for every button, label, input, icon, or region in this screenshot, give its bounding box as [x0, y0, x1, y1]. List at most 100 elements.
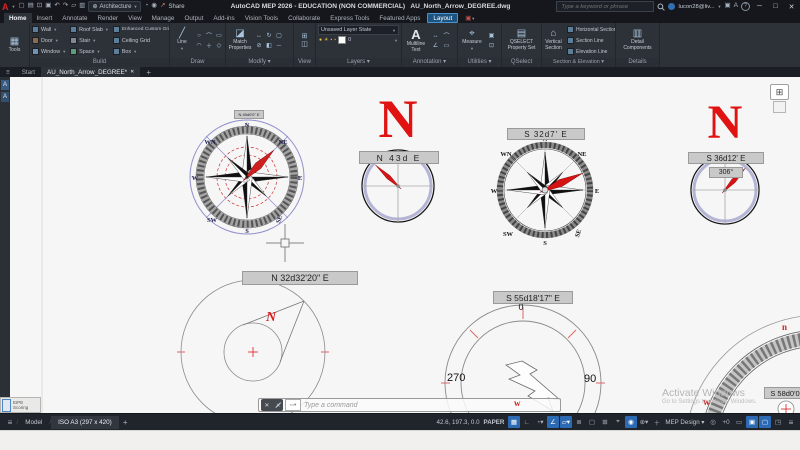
roof-slab-tool[interactable]: Roof Slab ▼: [70, 26, 109, 33]
annotation-tool-grid[interactable]: ↔ ⌒ ∠ ▭: [430, 23, 452, 58]
eye-icon[interactable]: ◉: [151, 3, 157, 10]
modify-tool-grid[interactable]: ↔ ↻ ▢ ⊘ ◧ ─: [254, 23, 284, 58]
autocad-logo-icon[interactable]: A: [2, 2, 9, 12]
ribbon-tab-output[interactable]: Output: [179, 13, 208, 23]
measure-button[interactable]: ⌖ Measure ▼: [458, 23, 486, 58]
clean-screen-toggle[interactable]: ◳: [772, 416, 784, 428]
layer-plot-icon[interactable]: ▪: [334, 37, 336, 43]
ribbon-tab-home[interactable]: Home: [4, 13, 32, 23]
view-panel-label[interactable]: View: [294, 58, 315, 67]
ribbon-tab-featured-apps[interactable]: Featured Apps: [374, 13, 425, 23]
new-layout-button[interactable]: +: [119, 416, 131, 428]
compass-rose-1[interactable]: N NE E SE S SW W WN: [189, 119, 305, 235]
folder-icon[interactable]: ▱: [71, 3, 76, 10]
command-customize-icon[interactable]: ╂: [274, 401, 282, 409]
detail-components-button[interactable]: ▥ Detail Components: [616, 23, 659, 58]
build-panel-label[interactable]: Build: [30, 58, 169, 67]
ribbon-tab-express-tools[interactable]: Express Tools: [325, 13, 374, 23]
layers-panel-label[interactable]: Layers ▾: [316, 58, 401, 67]
transparency-toggle[interactable]: ▢: [586, 416, 598, 428]
ribbon-tab-addins[interactable]: Add-ins: [208, 13, 239, 23]
help-search-box[interactable]: [556, 1, 655, 12]
snap-toggle[interactable]: ∟: [521, 416, 533, 428]
object-isolate-toggle[interactable]: ▣: [746, 416, 758, 428]
autodesk-icon[interactable]: A: [734, 3, 738, 10]
layer-sun-icon[interactable]: ☀: [324, 37, 328, 43]
minimize-button[interactable]: ─: [753, 3, 766, 10]
elevation-line-tool[interactable]: Elevation Line: [567, 48, 613, 55]
grid-toggle[interactable]: ▦: [507, 416, 520, 428]
polar-tracking-toggle[interactable]: ◔▾: [534, 416, 546, 428]
degree-gauge[interactable]: [441, 304, 605, 413]
wall-tool[interactable]: Wall ▼: [32, 26, 66, 33]
viewport-grid-icon[interactable]: ⊞: [770, 84, 789, 100]
layer-lock-icon[interactable]: ▪: [331, 37, 333, 43]
layout-menu-icon[interactable]: ≡: [4, 416, 16, 428]
user-avatar[interactable]: [668, 3, 676, 10]
new-file-icon[interactable]: ▢: [18, 3, 24, 10]
window-tool[interactable]: Window ▼: [32, 48, 66, 55]
units-indicator[interactable]: +0: [720, 416, 732, 428]
workspace-status-dropdown[interactable]: MEP Design ▾: [665, 419, 704, 426]
quick-properties-toggle[interactable]: ▭: [733, 416, 745, 428]
palette-icon-a2[interactable]: A: [1, 92, 9, 102]
logo-menu-caret-icon[interactable]: ▼: [12, 4, 16, 9]
tool-palette-strip[interactable]: A A: [0, 77, 10, 413]
north-arrow-construction[interactable]: [177, 276, 329, 413]
utilities-tool-grid[interactable]: ▣ ⊡: [486, 23, 497, 58]
close-tab-icon[interactable]: ✕: [130, 69, 134, 75]
share-button[interactable]: Share: [169, 4, 185, 10]
box-tool[interactable]: Box ▼: [112, 48, 169, 55]
graphics-performance-toggle[interactable]: ▢: [759, 416, 771, 428]
close-button[interactable]: ✕: [785, 3, 798, 11]
ribbon-tab-vision-tools[interactable]: Vision Tools: [240, 13, 283, 23]
annotation-scale-add[interactable]: ＋: [651, 416, 663, 428]
plot-icon[interactable]: ▣: [45, 3, 51, 10]
palette-icon-a1[interactable]: A: [1, 80, 9, 90]
door-tool[interactable]: Door ▼: [32, 37, 66, 44]
multiline-text-button[interactable]: A Multiline Text: [402, 23, 430, 58]
horizontal-section-tool[interactable]: Horizontal Section: [567, 26, 615, 33]
space-tool[interactable]: Space ▼: [70, 48, 109, 55]
vertical-section-button[interactable]: ⌂ Vertical Section: [542, 23, 565, 58]
osnap-toggle[interactable]: ▱▾: [559, 416, 572, 428]
workspace-switcher[interactable]: ⊕ Architecture ▼: [88, 1, 142, 12]
compass-rose-3[interactable]: N NE E SE S SW W WN: [491, 136, 599, 247]
layer-bulb-icon[interactable]: ●: [319, 37, 322, 43]
layout-tab-iso-a3[interactable]: ISO A3 (297 x 420): [51, 415, 119, 429]
qselect-panel-label[interactable]: QSelect: [502, 58, 541, 67]
start-tab[interactable]: Start: [16, 67, 41, 77]
drawing-tab[interactable]: AU_North_Arrow_DEGREE* ✕: [41, 67, 141, 77]
modify-panel-label[interactable]: Modify ▾: [226, 58, 293, 67]
command-recent-dropdown[interactable]: ▭▾: [285, 399, 301, 411]
selection-cycling-toggle[interactable]: ⊞: [599, 416, 611, 428]
new-drawing-tab-button[interactable]: +: [140, 67, 157, 77]
ribbon-tab-collaborate[interactable]: Collaborate: [283, 13, 325, 23]
command-input[interactable]: Type a command: [304, 402, 358, 409]
command-close-icon[interactable]: ✕: [264, 402, 269, 409]
search-icon[interactable]: [657, 3, 666, 11]
line-button[interactable]: ╱ Line ▼: [170, 23, 194, 58]
ceiling-grid-tool[interactable]: Ceiling Grid: [112, 37, 169, 44]
save-icon[interactable]: ⊡: [37, 3, 42, 10]
sheetset-icon[interactable]: ▥: [79, 3, 85, 10]
utilities-panel-label[interactable]: Utilities ▾: [458, 58, 501, 67]
ribbon-tab-view[interactable]: View: [123, 13, 147, 23]
match-properties-button[interactable]: ◪ Match Properties: [226, 23, 254, 58]
redo-icon[interactable]: ↷: [63, 3, 68, 10]
maximize-button[interactable]: □: [769, 3, 782, 10]
help-icon[interactable]: ?: [741, 2, 750, 11]
lineweight-toggle[interactable]: ≣: [573, 416, 585, 428]
paper-space-toggle[interactable]: PAPER: [484, 419, 505, 426]
current-layer[interactable]: 0: [348, 37, 351, 43]
ribbon-tab-manage[interactable]: Manage: [147, 13, 180, 23]
open-file-icon[interactable]: ▤: [28, 3, 34, 10]
undo-icon[interactable]: ↶: [54, 3, 59, 10]
autoscale-toggle[interactable]: ⊕▾: [638, 416, 650, 428]
draw-panel-label[interactable]: Draw: [170, 58, 225, 67]
ribbon-tab-layout[interactable]: Layout: [427, 13, 459, 23]
section-line-tool[interactable]: Section Line: [567, 37, 613, 44]
file-tabs-menu-icon[interactable]: ≡: [0, 67, 16, 77]
details-panel-label[interactable]: Details: [616, 58, 659, 67]
app-store-icon[interactable]: ▣: [725, 3, 731, 10]
